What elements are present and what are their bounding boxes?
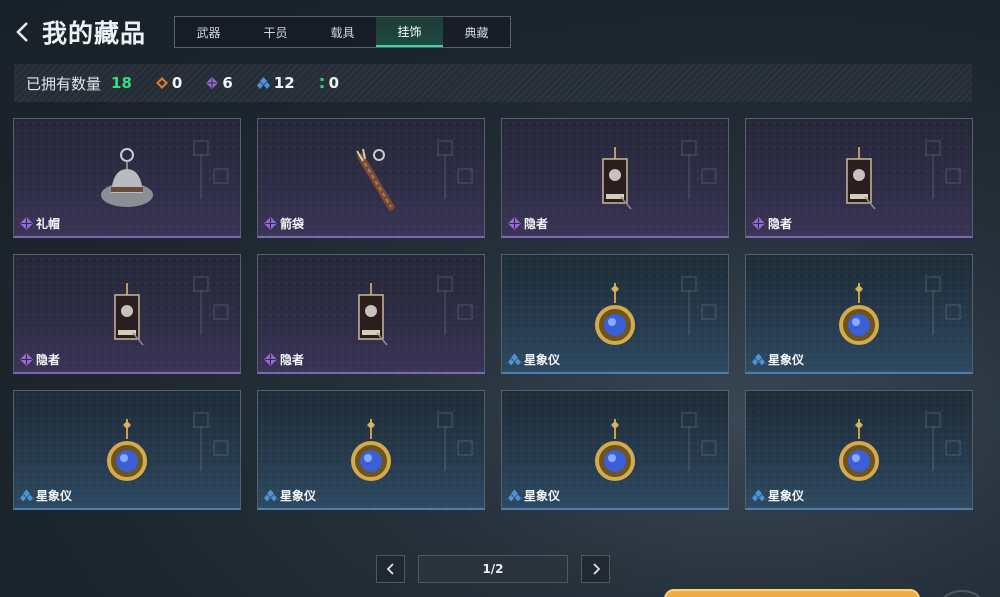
quiver-charm-icon — [356, 148, 395, 211]
collection-card[interactable]: 箭袋 — [257, 118, 485, 238]
grid-deco-icon — [437, 140, 473, 199]
blue-rarity-icon — [508, 489, 521, 502]
stat-green: 0 — [319, 74, 339, 92]
card-name: 隐者 — [36, 353, 61, 367]
ownership-stats-bar: 已拥有数量 18 0 6 12 0 — [14, 64, 972, 102]
purple-count: 6 — [222, 74, 233, 92]
card-name: 星象仪 — [524, 489, 561, 503]
top-bar: 我的藏品 武器 干员 载具 挂饰 典藏 — [0, 0, 1000, 60]
collection-card[interactable]: 星象仪 — [745, 390, 973, 510]
card-name: 星象仪 — [524, 353, 561, 367]
collection-card[interactable]: 星象仪 — [257, 390, 485, 510]
purple-rarity-icon — [752, 217, 765, 230]
grid-deco-icon — [437, 276, 473, 335]
owned-total-count: 18 — [111, 74, 132, 92]
purple-rarity-icon — [206, 77, 219, 89]
collection-card[interactable]: 隐者 — [13, 254, 241, 374]
astrolabe-charm-icon — [107, 419, 147, 481]
purple-rarity-icon — [20, 217, 33, 230]
blue-rarity-icon — [752, 353, 765, 366]
grid-deco-icon — [437, 412, 473, 471]
collection-card[interactable]: 星象仪 — [501, 390, 729, 510]
astrolabe-charm-icon — [351, 419, 391, 481]
stat-blue: 12 — [256, 74, 295, 92]
green-count: 0 — [328, 74, 340, 92]
blue-count: 12 — [273, 74, 295, 92]
tab-operators[interactable]: 干员 — [242, 17, 309, 47]
tarot-card-charm-icon — [358, 283, 388, 346]
astrolabe-charm-icon — [839, 283, 879, 345]
grid-deco-icon — [925, 140, 961, 199]
grid-deco-icon — [681, 276, 717, 335]
collection-card[interactable]: 隐者 — [257, 254, 485, 374]
card-name: 礼帽 — [36, 217, 61, 231]
card-name: 星象仪 — [768, 353, 805, 367]
grid-deco-icon — [681, 412, 717, 471]
page-title: 我的藏品 — [42, 19, 147, 48]
owned-count-label: 已拥有数量 — [26, 74, 102, 93]
back-button[interactable] — [14, 20, 32, 44]
blue-rarity-icon — [256, 77, 270, 89]
grid-deco-icon — [925, 276, 961, 335]
tab-vehicles[interactable]: 载具 — [309, 17, 376, 47]
orange-rarity-icon — [155, 77, 168, 89]
chevron-right-icon — [592, 563, 600, 575]
grid-deco-icon — [925, 412, 961, 471]
green-rarity-icon — [320, 78, 324, 88]
collection-card[interactable]: 隐者 — [745, 118, 973, 238]
purple-rarity-icon — [508, 217, 521, 230]
tarot-card-charm-icon — [114, 283, 144, 346]
tab-charms[interactable]: 挂饰 — [376, 17, 443, 47]
grid-deco-icon — [681, 140, 717, 199]
purple-rarity-icon — [264, 353, 277, 366]
orange-count: 0 — [171, 74, 183, 92]
grid-deco-icon — [193, 412, 229, 471]
hat-charm-icon — [101, 148, 153, 207]
prev-page-button[interactable] — [376, 555, 405, 583]
card-name: 星象仪 — [280, 489, 317, 503]
blue-rarity-icon — [264, 489, 277, 502]
blue-rarity-icon — [508, 353, 521, 366]
stat-orange: 0 — [155, 74, 183, 92]
astrolabe-charm-icon — [595, 419, 635, 481]
circle-action-button[interactable] — [940, 590, 984, 597]
blue-rarity-icon — [20, 489, 33, 502]
category-tabs: 武器 干员 载具 挂饰 典藏 — [174, 16, 511, 48]
collection-card[interactable]: 星象仪 — [13, 390, 241, 510]
astrolabe-charm-icon — [595, 283, 635, 345]
blue-rarity-icon — [752, 489, 765, 502]
stat-purple: 6 — [206, 74, 233, 92]
card-name: 星象仪 — [768, 489, 805, 503]
card-name: 隐者 — [768, 217, 793, 231]
card-name: 箭袋 — [280, 217, 305, 231]
card-name: 隐者 — [280, 353, 305, 367]
page-indicator: 1/2 — [418, 555, 568, 583]
next-page-button[interactable] — [581, 555, 610, 583]
primary-action-button[interactable] — [664, 589, 920, 597]
collection-card[interactable]: 星象仪 — [501, 254, 729, 374]
purple-rarity-icon — [20, 353, 33, 366]
collection-card[interactable]: 隐者 — [501, 118, 729, 238]
collection-card[interactable]: 星象仪 — [745, 254, 973, 374]
astrolabe-charm-icon — [839, 419, 879, 481]
tab-weapons[interactable]: 武器 — [175, 17, 242, 47]
grid-deco-icon — [193, 140, 229, 199]
grid-deco-icon — [193, 276, 229, 335]
tab-collection[interactable]: 典藏 — [443, 17, 510, 47]
chevron-left-icon — [16, 22, 28, 42]
card-name: 隐者 — [524, 217, 549, 231]
chevron-left-icon — [386, 563, 394, 575]
collection-card[interactable]: 礼帽 — [13, 118, 241, 238]
tarot-card-charm-icon — [846, 147, 876, 210]
tarot-card-charm-icon — [602, 147, 632, 210]
purple-rarity-icon — [264, 217, 277, 230]
card-name: 星象仪 — [36, 489, 73, 503]
